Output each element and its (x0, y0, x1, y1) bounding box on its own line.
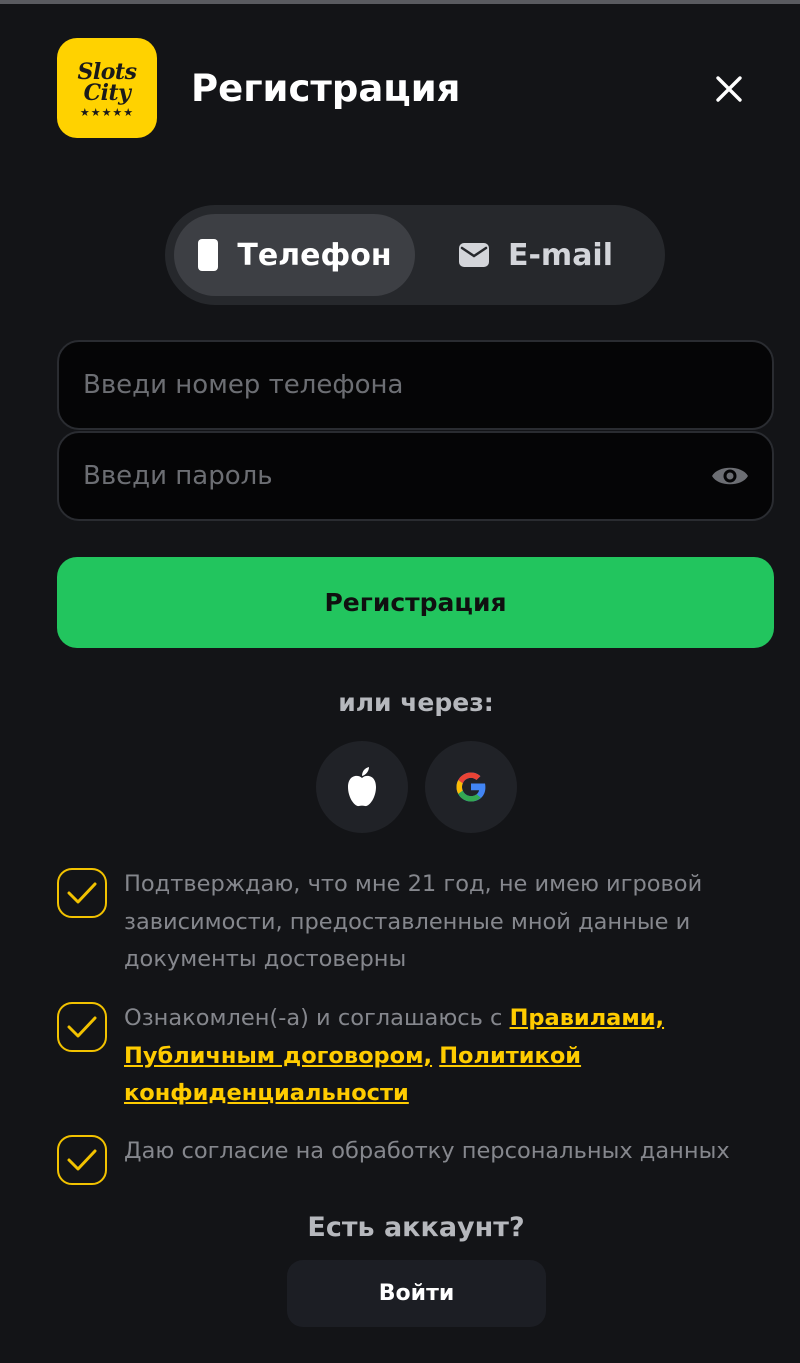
register-button[interactable]: Регистрация (57, 557, 774, 648)
consent-age-text: Подтверждаю, что мне 21 год, не имею игр… (124, 871, 703, 972)
have-account-label: Есть аккаунт? (307, 1212, 525, 1243)
apple-login-button[interactable] (316, 741, 408, 833)
checkmark-icon (67, 1149, 97, 1171)
consent-terms-checkbox[interactable] (57, 1002, 107, 1052)
show-password-eye-icon[interactable] (710, 456, 750, 496)
slots-city-logo: Slots City ★★★★★ (57, 38, 157, 138)
consent-age: Подтверждаю, что мне 21 год, не имею игр… (57, 868, 764, 979)
close-button[interactable] (704, 64, 754, 114)
public-contract-link[interactable]: Публичным договором, (124, 1043, 432, 1069)
checkmark-icon (67, 1016, 97, 1038)
tab-email[interactable]: E-mail (415, 214, 656, 296)
top-border (0, 0, 800, 4)
apple-icon (348, 767, 376, 807)
google-login-button[interactable] (425, 741, 517, 833)
tab-email-label: E-mail (507, 237, 613, 273)
password-input[interactable] (81, 460, 710, 492)
google-icon (456, 772, 486, 802)
tab-phone-label: Телефон (237, 237, 392, 273)
tab-phone[interactable]: Телефон (174, 214, 415, 296)
consent-age-checkbox[interactable] (57, 868, 107, 918)
or-via-label: или через: (338, 688, 494, 717)
consent-terms-prefix: Ознакомлен(-а) и соглашаюсь с (124, 1005, 510, 1031)
logo-stars: ★★★★★ (79, 105, 135, 119)
consent-personal-data-checkbox[interactable] (57, 1135, 107, 1185)
consent-terms-text: Ознакомлен(-а) и соглашаюсь с Правилами,… (124, 1000, 764, 1113)
rules-link[interactable]: Правилами, (510, 1005, 665, 1031)
phone-icon (197, 238, 219, 272)
consent-terms: Ознакомлен(-а) и соглашаюсь с Правилами,… (57, 1002, 764, 1113)
login-button[interactable]: Войти (287, 1260, 546, 1327)
checkmark-icon (67, 882, 97, 904)
page-title: Регистрация (191, 67, 461, 110)
close-icon (716, 76, 742, 102)
logo-text-line2: City (83, 79, 131, 106)
phone-input[interactable] (81, 369, 750, 401)
envelope-icon (458, 242, 490, 268)
consent-personal-data: Даю согласие на обработку персональных д… (57, 1135, 764, 1185)
registration-method-tabs: Телефон E-mail (165, 205, 665, 305)
phone-field (57, 340, 774, 430)
password-field (57, 431, 774, 521)
consent-personal-data-text: Даю согласие на обработку персональных д… (124, 1138, 730, 1164)
